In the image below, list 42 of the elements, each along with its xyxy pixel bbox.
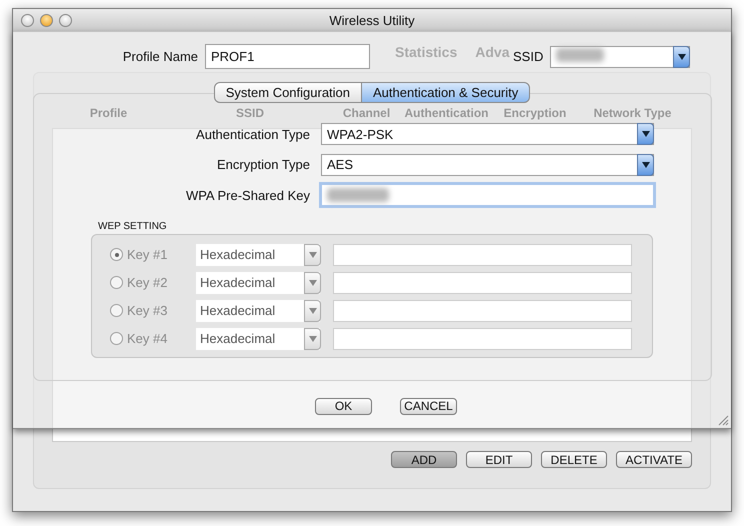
column-header: Profile bbox=[90, 106, 128, 120]
dropdown-arrow-icon bbox=[642, 162, 650, 168]
push-button[interactable]: ADD bbox=[391, 451, 457, 468]
push-button[interactable]: OK bbox=[315, 398, 372, 414]
password-field[interactable] bbox=[321, 184, 654, 206]
column-header: Encryption bbox=[504, 106, 566, 120]
field-label: Authentication Type bbox=[195, 126, 310, 142]
radio-label: Key #2 bbox=[127, 275, 168, 290]
segment-tab[interactable]: Authentication & Security bbox=[362, 82, 530, 103]
field-label: SSID bbox=[513, 49, 544, 64]
push-button[interactable]: CANCEL bbox=[400, 398, 457, 414]
push-button[interactable]: DELETE bbox=[541, 451, 607, 468]
column-header: SSID bbox=[236, 106, 264, 120]
resize-grip-icon[interactable] bbox=[718, 415, 729, 426]
group-title: WEP SETTING bbox=[98, 220, 168, 232]
blurred-text bbox=[327, 188, 389, 202]
dropdown-arrow-icon bbox=[308, 280, 316, 286]
dropdown-arrow-icon bbox=[678, 54, 686, 60]
dropdown-arrow-icon bbox=[308, 336, 316, 342]
dropdown-arrow-icon bbox=[308, 252, 316, 258]
radio-label: Key #4 bbox=[127, 331, 168, 346]
field-label: Profile Name bbox=[122, 49, 198, 64]
column-header: Channel bbox=[342, 106, 390, 120]
radio-label: Key #1 bbox=[127, 247, 168, 262]
close-button[interactable] bbox=[21, 14, 34, 26]
segment-tab[interactable]: System Configuration bbox=[214, 82, 362, 103]
dropdown-arrow-icon bbox=[642, 131, 650, 137]
radio-label: Key #3 bbox=[127, 303, 168, 318]
dropdown[interactable]: WPA2-PSK bbox=[321, 123, 654, 145]
ssid-dropdown[interactable] bbox=[550, 46, 690, 68]
window-title: Wireless Utility bbox=[329, 12, 415, 28]
dropdown[interactable]: AES bbox=[321, 154, 654, 176]
push-button[interactable]: EDIT bbox=[466, 451, 532, 468]
minimize-button[interactable] bbox=[40, 14, 53, 26]
zoom-button[interactable] bbox=[59, 14, 72, 26]
column-header: Network Type bbox=[594, 106, 672, 120]
column-header: Authentication bbox=[404, 106, 488, 120]
push-button[interactable]: ACTIVATE bbox=[616, 451, 692, 468]
field-label: WPA Pre-Shared Key bbox=[184, 188, 310, 202]
dropdown-arrow-icon bbox=[308, 308, 316, 314]
field-label: Encryption Type bbox=[216, 157, 310, 172]
profile-name-field[interactable]: PROF1 bbox=[205, 44, 370, 69]
